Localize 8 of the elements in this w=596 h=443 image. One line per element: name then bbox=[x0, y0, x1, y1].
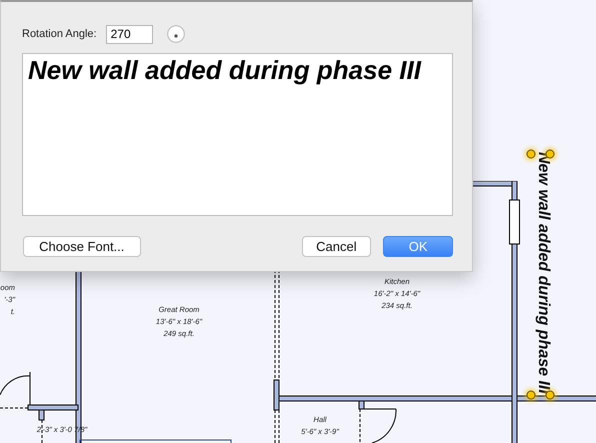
dialog-button[interactable]: Choose Font... bbox=[23, 236, 141, 257]
selection-handle[interactable] bbox=[526, 390, 536, 400]
text-field[interactable]: New wall added during phase III bbox=[22, 53, 453, 216]
rotation-angle-field[interactable]: 270 bbox=[106, 24, 153, 44]
angle-dial-icon[interactable] bbox=[166, 25, 185, 43]
selection-handle[interactable] bbox=[526, 150, 536, 158]
dialog-button[interactable]: Cancel bbox=[302, 236, 372, 257]
rotation-angle-label: Rotation Angle: bbox=[22, 28, 97, 40]
